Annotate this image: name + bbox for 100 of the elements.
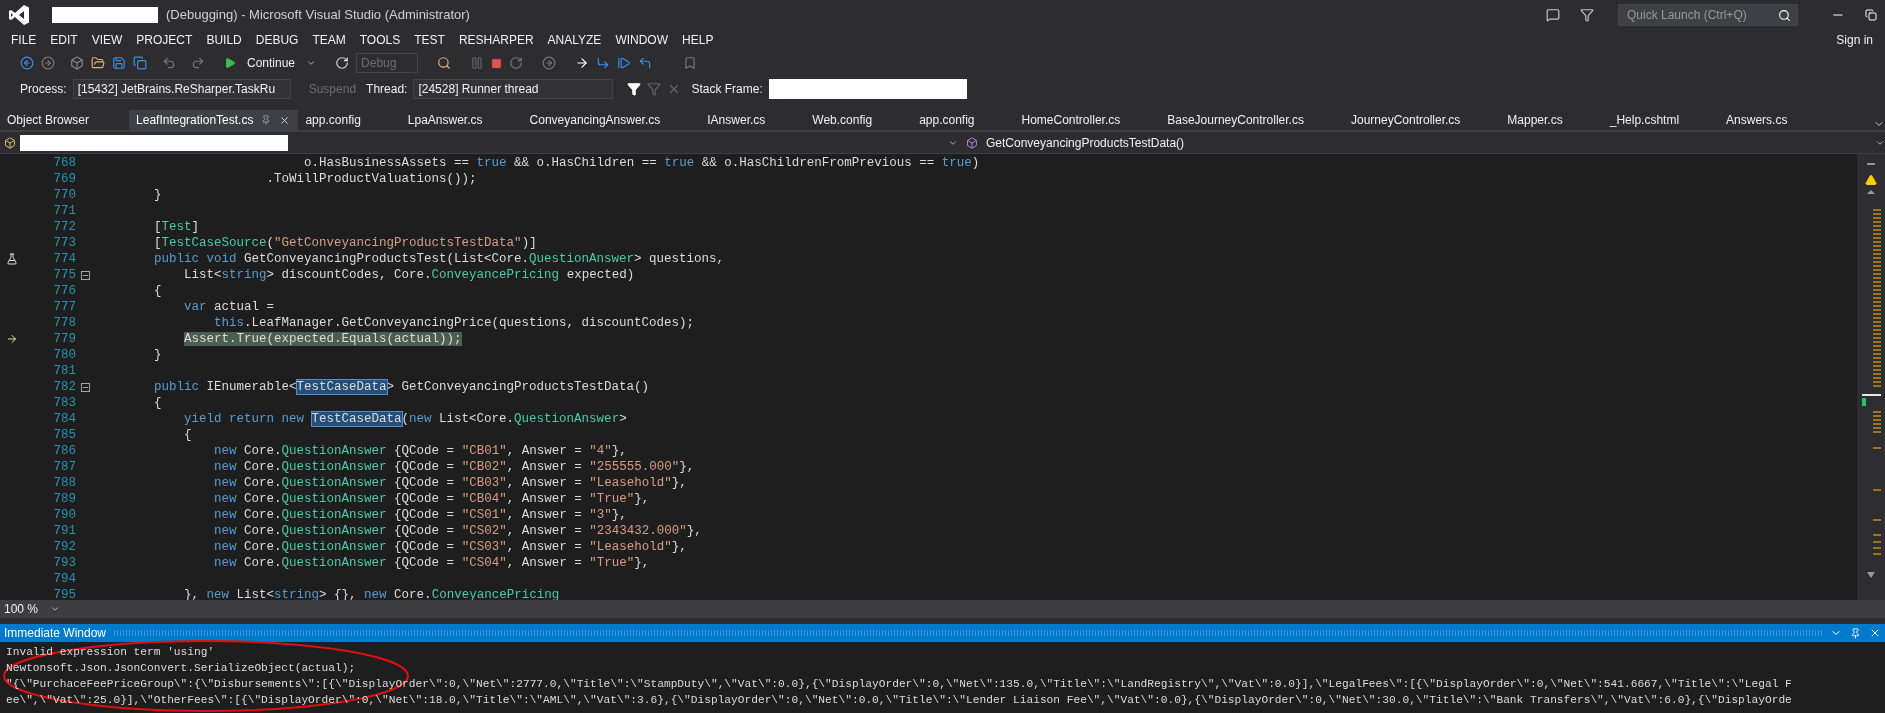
thread-label: Thread:	[366, 81, 408, 98]
collapse-toggle[interactable]	[80, 382, 90, 392]
code-line: {	[153, 395, 162, 411]
document-tab[interactable]: ConveyancingAnswer.cs	[522, 110, 701, 130]
code-line: .ToWillProductValuations());	[265, 171, 477, 187]
restore-icon[interactable]	[1865, 9, 1877, 21]
line-number: 792	[52, 539, 76, 555]
close-icon[interactable]	[279, 114, 291, 126]
code-line: o.HasBusinessAssets == true && o.HasChildren == true && o.HasChildrenFromPrevious == true)	[303, 155, 980, 171]
code-line: new Core.QuestionAnswer {QCode = "CS04", Answer = "True"},	[213, 555, 650, 571]
menu-item[interactable]: VIEW	[84, 31, 130, 49]
process-dropdown[interactable]: [15432] JetBrains.ReSharper.TaskRu	[72, 79, 291, 99]
line-number: 783	[52, 395, 76, 411]
output-line: Newtonsoft.Json.JsonConvert.SerializeObject(actual);	[6, 661, 356, 676]
document-tab[interactable]: _Help.cshtml	[1602, 110, 1720, 130]
sign-in-link[interactable]: Sign in	[1828, 31, 1881, 49]
panel-title: Immediate Window	[4, 625, 107, 642]
menu-item[interactable]: DEBUG	[248, 31, 306, 49]
document-tab[interactable]: app.config	[298, 110, 401, 130]
code-line: [TestCaseSource("GetConveyancingProductsTestData")]	[153, 235, 537, 251]
pin-icon[interactable]	[1850, 627, 1861, 639]
menu-item[interactable]: BUILD	[199, 31, 249, 49]
new-item-icon[interactable]	[70, 56, 84, 70]
line-number: 779	[52, 331, 76, 347]
scrollbar-overview-drawing[interactable]	[1861, 190, 1881, 580]
code-line: yield return new TestCaseData(new List<Core.QuestionAnswer>	[183, 411, 627, 427]
menu-item[interactable]: ANALYZE	[540, 31, 609, 49]
code-line: }	[153, 187, 162, 203]
step-out-icon[interactable]	[638, 56, 653, 70]
play-icon[interactable]	[224, 57, 236, 69]
document-tab[interactable]: Web.config	[805, 110, 913, 130]
save-all-icon[interactable]	[133, 56, 147, 70]
quick-launch-field[interactable]: Quick Launch (Ctrl+Q)	[1618, 4, 1798, 26]
funnel-icon[interactable]	[1580, 8, 1594, 22]
code-line: new Core.QuestionAnswer {QCode = "CS03", Answer = "Leasehold"},	[213, 539, 687, 555]
caret-icon	[306, 58, 317, 68]
bookmark-icon[interactable]	[683, 56, 698, 70]
thread-dropdown[interactable]: [24528] Runner thread	[413, 79, 614, 99]
code-line: }	[153, 347, 162, 363]
forward-icon[interactable]	[41, 56, 55, 70]
step-into-icon[interactable]	[596, 56, 611, 70]
undo-icon[interactable]	[162, 56, 176, 70]
menu-item[interactable]: HELP	[675, 31, 721, 49]
code-line: [Test]	[153, 219, 200, 235]
line-number: 772	[52, 219, 76, 235]
output-line: Invalid expression term 'using'	[6, 645, 215, 660]
line-number: 774	[52, 251, 76, 267]
document-tab[interactable]: IAnswer.cs	[700, 110, 806, 130]
window-title: (Debugging) - Microsoft Visual Studio (Administrator)	[166, 6, 470, 25]
menu-item[interactable]: RESHARPER	[451, 31, 541, 49]
menu-item[interactable]: TEST	[407, 31, 452, 49]
find-icon[interactable]	[437, 56, 452, 70]
line-number: 785	[52, 427, 76, 443]
line-number: 771	[52, 203, 76, 219]
menu-item[interactable]: TOOLS	[352, 31, 408, 49]
class-icon	[4, 136, 16, 149]
document-tab[interactable]: LeafIntegrationTest.cs	[129, 110, 262, 130]
caret-icon	[50, 604, 61, 614]
member-dropdown[interactable]: GetConveyancingProductsTestData()	[986, 133, 1185, 152]
menu-item[interactable]: TEAM	[305, 31, 353, 49]
line-number: 786	[52, 443, 76, 459]
method-icon	[966, 136, 978, 149]
close-icon[interactable]	[1869, 627, 1881, 639]
document-tab[interactable]: app.config	[912, 110, 1015, 130]
restart-icon[interactable]	[335, 56, 350, 70]
document-tab[interactable]: BaseJourneyController.cs	[1160, 110, 1344, 130]
menu-item[interactable]: FILE	[4, 31, 44, 49]
document-tab[interactable]: Mapper.cs	[1500, 110, 1603, 130]
back-icon[interactable]	[20, 56, 34, 70]
collapse-toggle[interactable]	[80, 270, 90, 280]
document-tab[interactable]: Answers.cs	[1719, 110, 1828, 130]
zoom-dropdown[interactable]: 100 %	[4, 600, 39, 618]
code-line: {	[153, 283, 162, 299]
arrow-icon[interactable]	[575, 56, 590, 70]
stack-frame-label: Stack Frame:	[691, 81, 763, 98]
restart-debug-icon[interactable]	[509, 56, 524, 70]
continue-button[interactable]: Continue	[243, 54, 300, 72]
document-tab[interactable]: HomeController.cs	[1014, 110, 1161, 130]
show-next-statement-icon[interactable]	[542, 56, 557, 70]
code-line: new Core.QuestionAnswer {QCode = "CB01", Answer = "4"},	[213, 443, 627, 459]
folder-icon[interactable]	[91, 56, 105, 70]
menu-item[interactable]: WINDOW	[608, 31, 676, 49]
line-number: 773	[52, 235, 76, 251]
code-line: new Core.QuestionAnswer {QCode = "CB04", Answer = "True"},	[213, 491, 650, 507]
menu-item[interactable]: PROJECT	[129, 31, 200, 49]
menu-item[interactable]: EDIT	[43, 31, 85, 49]
line-number: 778	[52, 315, 76, 331]
type-dropdown[interactable]	[20, 134, 288, 151]
document-tab[interactable]: JourneyController.cs	[1343, 110, 1501, 130]
feedback-icon[interactable]	[1546, 8, 1560, 22]
redo-icon[interactable]	[191, 56, 205, 70]
pin-icon[interactable]	[261, 115, 272, 125]
save-icon[interactable]	[112, 56, 126, 70]
line-number: 791	[52, 523, 76, 539]
stop-icon[interactable]	[491, 57, 503, 69]
document-tab[interactable]: LpaAnswer.cs	[400, 110, 523, 130]
document-tab[interactable]: Object Browser	[0, 110, 130, 130]
line-number: 787	[52, 459, 76, 475]
test-marker-icon[interactable]	[6, 253, 18, 265]
step-over-icon[interactable]	[617, 56, 632, 70]
